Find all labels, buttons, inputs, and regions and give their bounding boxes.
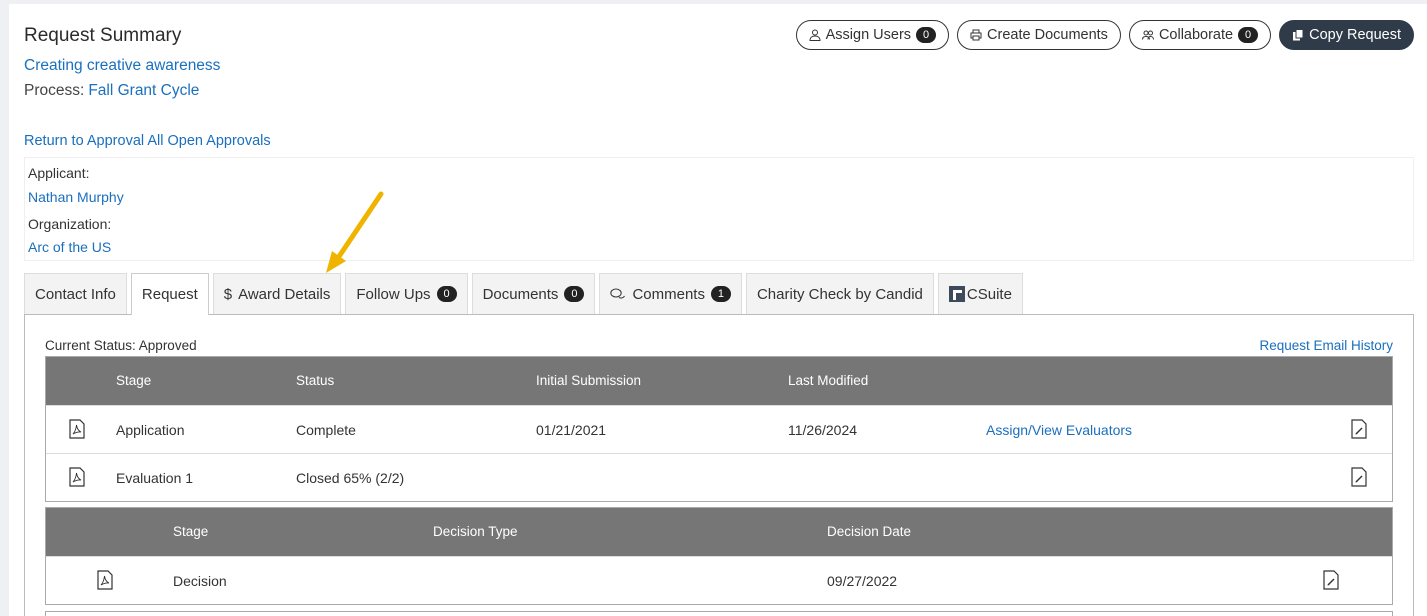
organization-label: Organization: xyxy=(28,216,112,232)
action-buttons: Assign Users 0 Create Documents Collabor… xyxy=(795,20,1414,50)
process-line: Process: Fall Grant Cycle xyxy=(24,82,199,100)
column-header: Status xyxy=(296,373,335,388)
users-icon xyxy=(1141,30,1154,40)
table-header: Stage Status Initial Submission Last Mod… xyxy=(46,357,1392,405)
status-cell: Complete xyxy=(296,422,356,438)
applicant-link[interactable]: Nathan Murphy xyxy=(28,189,124,205)
status-cell: Closed 65% (2/2) xyxy=(296,470,405,486)
annotation-arrow-icon xyxy=(326,191,384,273)
assign-users-count: 0 xyxy=(916,27,937,43)
edit-document-icon[interactable] xyxy=(1323,570,1339,590)
collaborate-label: Collaborate xyxy=(1158,27,1234,43)
tab-count-badge: 1 xyxy=(710,286,731,302)
table-row: Application Complete 01/21/2021 11/26/20… xyxy=(46,405,1392,453)
assign-users-label: Assign Users xyxy=(825,27,912,43)
request-panel: Current Status: Approved Request Email H… xyxy=(24,314,1414,616)
column-header: Decision Date xyxy=(827,524,912,539)
next-table-edge xyxy=(45,611,1393,616)
tab-label: Documents xyxy=(482,285,559,303)
stage-cell: Application xyxy=(116,422,185,438)
tab-label: Award Details xyxy=(238,285,331,303)
assign-view-evaluators-link[interactable]: Assign/View Evaluators xyxy=(986,422,1132,438)
tab-label: Comments xyxy=(632,285,705,303)
create-documents-label: Create Documents xyxy=(987,27,1108,43)
copy-icon xyxy=(1293,29,1304,41)
column-header: Decision Type xyxy=(433,524,518,539)
table-row: Decision 09/27/2022 xyxy=(46,556,1392,604)
process-label: Process: xyxy=(24,82,85,99)
copy-request-label: Copy Request xyxy=(1309,27,1401,43)
column-header: Stage xyxy=(116,373,152,388)
tab-label: Follow Ups xyxy=(356,285,431,303)
return-to-approvals-link[interactable]: Return to Approval All Open Approvals xyxy=(24,133,271,149)
request-summary-page: Request Summary Creating creative awaren… xyxy=(9,4,1427,616)
tab-csuite[interactable]: CSuite xyxy=(937,273,1023,314)
initial-submission-cell: 01/21/2021 xyxy=(536,422,607,438)
applicant-info: Applicant: Nathan Murphy Organization: A… xyxy=(24,157,1414,261)
collaborate-button[interactable]: Collaborate 0 xyxy=(1128,20,1272,50)
tab-charity-check[interactable]: Charity Check by Candid xyxy=(745,273,934,314)
tab-contact-info[interactable]: Contact Info xyxy=(24,273,127,314)
last-modified-cell: 11/26/2024 xyxy=(788,422,858,438)
dollar-icon: $ xyxy=(223,285,233,303)
stage-cell: Decision xyxy=(173,573,227,589)
request-email-history-link[interactable]: Request Email History xyxy=(1259,338,1393,353)
tab-request[interactable]: Request xyxy=(130,273,209,315)
user-icon xyxy=(809,29,821,41)
decision-date-cell: 09/27/2022 xyxy=(827,573,898,589)
organization-link[interactable]: Arc of the US xyxy=(28,239,111,255)
table-row: Evaluation 1 Closed 65% (2/2) xyxy=(46,453,1392,501)
tab-count-badge: 0 xyxy=(564,286,585,302)
tab-follow-ups[interactable]: Follow Ups 0 xyxy=(345,273,468,314)
current-status: Current Status: Approved xyxy=(45,338,197,353)
copy-request-button[interactable]: Copy Request xyxy=(1279,20,1414,50)
edit-document-icon[interactable] xyxy=(1351,419,1367,439)
comments-icon xyxy=(610,288,626,298)
edit-document-icon[interactable] xyxy=(1351,467,1367,487)
stage-cell: Evaluation 1 xyxy=(116,470,194,486)
column-header: Initial Submission xyxy=(536,373,642,388)
csuite-logo-icon xyxy=(948,286,965,302)
pdf-icon[interactable] xyxy=(69,419,85,439)
assign-users-button[interactable]: Assign Users 0 xyxy=(795,20,950,50)
page-title: Request Summary xyxy=(24,25,182,46)
column-header: Stage xyxy=(173,524,209,539)
tab-comments[interactable]: Comments 1 xyxy=(599,273,742,314)
process-link[interactable]: Fall Grant Cycle xyxy=(88,82,199,99)
collaborate-count: 0 xyxy=(1238,27,1259,43)
tab-label: Contact Info xyxy=(35,285,116,303)
request-title-link[interactable]: Creating creative awareness xyxy=(24,57,220,75)
tab-count-badge: 0 xyxy=(436,286,457,302)
applicant-label: Applicant: xyxy=(28,165,90,181)
pdf-icon[interactable] xyxy=(97,570,113,590)
tab-bar: Contact Info Request $ Award Details Fol… xyxy=(24,273,1027,315)
column-header: Last Modified xyxy=(788,373,869,388)
pdf-icon[interactable] xyxy=(69,467,85,487)
tab-label: Request xyxy=(141,286,198,303)
tab-documents[interactable]: Documents 0 xyxy=(471,273,596,314)
tab-label: Charity Check by Candid xyxy=(756,285,923,303)
decision-table: Stage Decision Type Decision Date Decisi… xyxy=(45,507,1393,605)
create-documents-button[interactable]: Create Documents xyxy=(957,20,1121,50)
tab-award-details[interactable]: $ Award Details xyxy=(212,273,342,314)
printer-icon xyxy=(970,29,982,41)
table-header: Stage Decision Type Decision Date xyxy=(46,508,1392,556)
tab-label: CSuite xyxy=(966,285,1012,303)
stages-table: Stage Status Initial Submission Last Mod… xyxy=(45,356,1393,502)
